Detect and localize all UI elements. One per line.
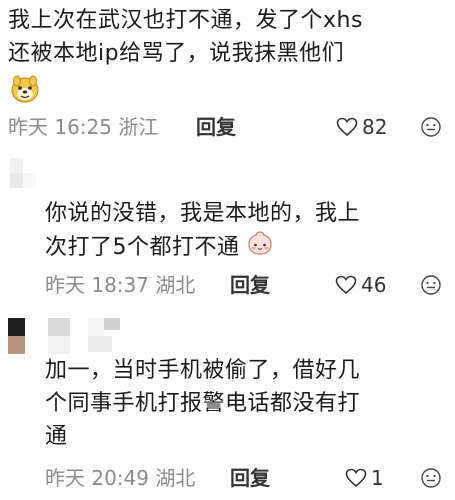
heart-icon [345, 468, 367, 488]
comment-1-date: 昨天 [8, 115, 48, 139]
comment-thread: 我上次在武汉也打不通，发了个xhs 还被本地ip给骂了，说我抹黑他们 昨天 16… [0, 0, 455, 500]
comment-2-date: 昨天 [45, 273, 85, 297]
comment-2-location: 湖北 [155, 273, 196, 297]
comment-3-meta: 昨天 20:49 湖北 回复 1 [45, 463, 450, 493]
heart-icon [335, 275, 357, 295]
comment-1-time: 16:25 [54, 115, 112, 139]
comment-1-like-count: 82 [362, 115, 388, 139]
comment-3-line-3: 通 [45, 424, 68, 449]
comment-2-meta: 昨天 18:37 湖北 回复 46 [45, 270, 450, 300]
comment-1-meta: 昨天 16:25 浙江 回复 82 [8, 112, 448, 142]
comment-1-reply-button[interactable]: 回复 [196, 112, 236, 142]
comment-1-line-2: 还被本地ip给骂了，说我抹黑他们 [8, 41, 345, 66]
comment-3-line-2: 个同事手机打报警电话都没有打 [45, 391, 361, 416]
blush-face-icon [247, 230, 273, 266]
heart-icon [336, 117, 358, 137]
comment-3-reply-button[interactable]: 回复 [230, 463, 270, 493]
comment-1-more-icon[interactable] [420, 116, 442, 146]
comment-1-body: 我上次在武汉也打不通，发了个xhs 还被本地ip给骂了，说我抹黑他们 [8, 4, 448, 70]
comment-2-like-count: 46 [361, 273, 387, 297]
comment-2-line-2: 次打了5个都打不通 [45, 230, 445, 266]
comment-1-line-1: 我上次在武汉也打不通，发了个xhs [8, 8, 363, 33]
comment-2-reply-button[interactable]: 回复 [230, 270, 270, 300]
comment-3-location: 湖北 [155, 466, 196, 490]
comment-2-like-button[interactable]: 46 [335, 270, 386, 300]
comment-1-location: 浙江 [118, 115, 159, 139]
comment-3-body: 加一，当时手机被偷了，借好几 个同事手机打报警电话都没有打 通 [45, 354, 450, 453]
comment-3-date: 昨天 [45, 466, 85, 490]
comment-3-avatar[interactable] [8, 318, 120, 354]
comment-2-avatar[interactable] [10, 158, 36, 188]
comment-3-time: 20:49 [91, 466, 149, 490]
comment-3-line-1: 加一，当时手机被偷了，借好几 [45, 358, 361, 383]
comment-3-like-count: 1 [371, 466, 384, 490]
comment-2-body: 你说的没错，我是本地的，我上 次打了5个都打不通 [45, 197, 445, 266]
comment-1-like-button[interactable]: 82 [336, 112, 387, 142]
doge-face-icon [10, 74, 40, 108]
comment-3-like-button[interactable]: 1 [345, 463, 384, 493]
comment-2-more-icon[interactable] [420, 274, 442, 304]
comment-3-more-icon[interactable] [420, 467, 442, 497]
comment-2-line-1: 你说的没错，我是本地的，我上 [45, 201, 361, 226]
comment-2-time: 18:37 [91, 273, 149, 297]
